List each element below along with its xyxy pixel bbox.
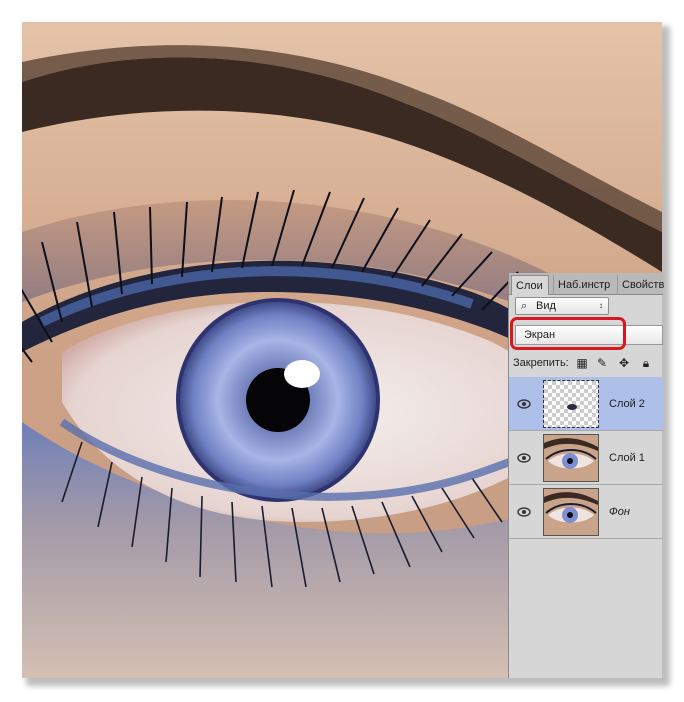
red-highlight-annotation (510, 317, 626, 350)
visibility-eye-icon[interactable] (515, 503, 533, 521)
visibility-eye-icon[interactable] (515, 449, 533, 467)
tab-properties[interactable]: Свойств (617, 275, 665, 295)
layer-row-background[interactable]: Фон (509, 485, 663, 539)
lock-label: Закрепить: (513, 357, 569, 369)
layer-name[interactable]: Слой 2 (609, 377, 645, 431)
search-icon: ⌕ (521, 300, 528, 312)
lock-row: Закрепить: ▦ ✎ ✥ 🔒︎ (509, 353, 663, 373)
updown-arrows-icon: ↕ (599, 301, 603, 310)
layer-name[interactable]: Фон (609, 485, 630, 539)
lock-paint-icon[interactable]: ✎ (595, 356, 609, 370)
layer-thumbnail (543, 380, 599, 428)
lock-all-icon[interactable]: 🔒︎ (639, 356, 653, 370)
lock-transparent-icon[interactable]: ▦ (575, 356, 589, 370)
panel-tab-bar: Слои Наб.инстр Свойств (509, 273, 665, 295)
tab-tool-presets[interactable]: Наб.инстр (553, 275, 615, 295)
filter-label: Вид (536, 300, 556, 312)
layer-row-sloy-1[interactable]: Слой 1 (509, 431, 663, 485)
lock-move-icon[interactable]: ✥ (617, 356, 631, 370)
layer-thumbnail (543, 488, 599, 536)
layer-thumbnail (543, 434, 599, 482)
layers-panel: Слои Наб.инстр Свойств ⌕ Вид ↕ Экран Зак… (508, 273, 665, 678)
layer-filter-dropdown[interactable]: ⌕ Вид ↕ (515, 297, 609, 315)
visibility-eye-icon[interactable] (515, 395, 533, 413)
layer-name[interactable]: Слой 1 (609, 431, 645, 485)
layer-row-sloy-2[interactable]: Слой 2 (509, 377, 663, 431)
tab-layers[interactable]: Слои (511, 275, 549, 295)
